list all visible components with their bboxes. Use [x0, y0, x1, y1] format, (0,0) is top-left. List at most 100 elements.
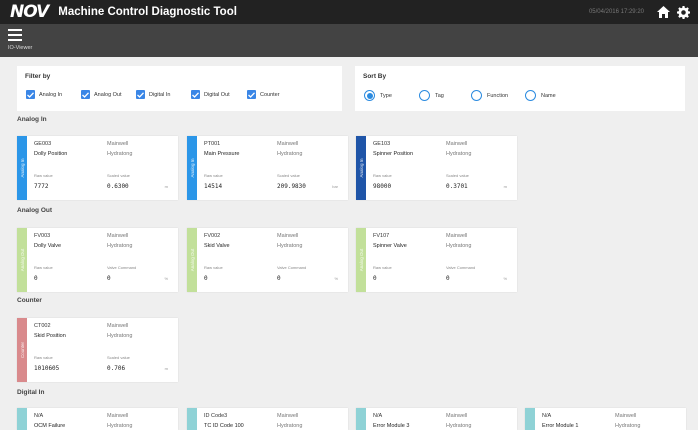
view-title: IO-Viewer [8, 45, 33, 51]
io-card[interactable]: N/A Mainwell OCM Failure Hydratong [17, 408, 178, 430]
raw-label: Raw value [34, 265, 53, 270]
scaled-label: Scaled value [107, 173, 130, 178]
raw-label: Raw value [34, 173, 53, 178]
type-stripe: Analog Out [356, 228, 366, 292]
type-label: Analog In [358, 158, 364, 178]
system: Hydratong [446, 151, 472, 157]
io-card[interactable]: Analog In PT001 Mainwell Main Pressure H… [187, 136, 348, 200]
io-card[interactable]: Analog Out FV107 Mainwell Spinner Valve … [356, 228, 517, 292]
tag: FV107 [373, 233, 390, 239]
system: Hydratong [107, 333, 133, 339]
scaled-value: 0.3701 [446, 183, 468, 190]
function: Spinner Position [373, 151, 414, 157]
checkbox-checked-icon[interactable] [247, 90, 256, 99]
location: Mainwell [107, 141, 129, 147]
filter-label: Digital Out [204, 91, 230, 98]
raw-label: Raw value [204, 265, 223, 270]
app-header: NOV Machine Control Diagnostic Tool 05/0… [0, 0, 698, 24]
raw-value: 98000 [373, 183, 392, 190]
type-label: Analog Out [19, 248, 25, 272]
filter-digital-out[interactable]: Digital Out [191, 90, 230, 99]
io-card[interactable]: N/A Mainwell Error Module 1 Hydratong [525, 408, 686, 430]
unit: % [334, 276, 338, 281]
type-stripe [187, 408, 197, 430]
filter-analog-in[interactable]: Analog In [26, 90, 62, 99]
type-stripe: Analog In [356, 136, 366, 200]
io-card[interactable]: Analog In GE103 Mainwell Spinner Positio… [356, 136, 517, 200]
checkbox-checked-icon[interactable] [81, 90, 90, 99]
radio-selected-icon[interactable] [364, 90, 375, 101]
raw-value: 1010605 [34, 365, 60, 372]
function: Error Module 3 [373, 423, 410, 429]
home-icon[interactable] [656, 5, 670, 19]
sort-title: Sort By [363, 73, 387, 80]
radio-icon[interactable] [419, 90, 430, 101]
filter-analog-out[interactable]: Analog Out [81, 90, 122, 99]
scaled-value: 209.9830 [277, 183, 306, 190]
io-card[interactable]: Analog Out FV002 Mainwell Skid Valve Hyd… [187, 228, 348, 292]
filter-digital-in[interactable]: Digital In [136, 90, 170, 99]
raw-label: Raw value [34, 355, 53, 360]
section-title-analog-out: Analog Out [17, 207, 53, 214]
io-card[interactable]: Counter CT002 Mainwell Skid Position Hyd… [17, 318, 178, 382]
radio-icon[interactable] [525, 90, 536, 101]
hamburger-menu-icon[interactable] [8, 29, 22, 41]
checkbox-checked-icon[interactable] [26, 90, 35, 99]
raw-value: 0 [373, 275, 377, 282]
sort-label: Type [380, 92, 392, 99]
filter-panel: Filter by Analog In Analog Out Digital I… [17, 66, 342, 111]
sort-label: Tag [435, 92, 444, 99]
system: Hydratong [277, 243, 303, 249]
valve-command-label: Valve Command [277, 265, 307, 270]
nov-logo: NOV [10, 2, 49, 22]
function: Dolly Position [34, 151, 68, 157]
type-label: Counter [19, 342, 25, 359]
filter-counter[interactable]: Counter [247, 90, 280, 99]
radio-icon[interactable] [471, 90, 482, 101]
tag: GE003 [34, 141, 52, 147]
location: Mainwell [615, 413, 637, 419]
io-card[interactable]: N/A Mainwell Error Module 3 Hydratong [356, 408, 517, 430]
gear-icon[interactable] [676, 5, 690, 19]
sort-label: Name [541, 92, 556, 99]
scaled-value: 0.6300 [107, 183, 129, 190]
type-stripe: Analog Out [187, 228, 197, 292]
scaled-label: Scaled value [107, 355, 130, 360]
sort-tag[interactable]: Tag [419, 90, 444, 101]
filter-label: Digital In [149, 91, 171, 98]
filter-label: Counter [260, 91, 280, 98]
function: Skid Valve [204, 243, 230, 249]
sort-function[interactable]: Function [471, 90, 508, 101]
sort-panel: Sort By Type Tag Function Name [355, 66, 685, 111]
type-stripe: Analog In [187, 136, 197, 200]
location: Mainwell [107, 413, 129, 419]
type-stripe: Counter [17, 318, 27, 382]
tag: GE103 [373, 141, 391, 147]
checkbox-checked-icon[interactable] [136, 90, 145, 99]
type-stripe: Analog In [17, 136, 27, 200]
checkbox-checked-icon[interactable] [191, 90, 200, 99]
raw-label: Raw value [373, 265, 392, 270]
function: Main Pressure [204, 151, 240, 157]
date-time: 05/04/2016 17:29:20 [588, 9, 644, 15]
filter-label: Analog Out [94, 91, 122, 98]
filter-title: Filter by [25, 73, 51, 80]
location: Mainwell [277, 413, 299, 419]
section-title-counter: Counter [17, 297, 42, 304]
system: Hydratong [277, 151, 303, 157]
sort-type[interactable]: Type [364, 90, 392, 101]
location: Mainwell [107, 323, 129, 329]
valve-command-label: Valve Command [107, 265, 137, 270]
raw-label: Raw value [204, 173, 223, 178]
io-card[interactable]: Analog In GE003 Mainwell Dolly Position … [17, 136, 178, 200]
scaled-label: Scaled value [277, 173, 300, 178]
raw-value: 0 [204, 275, 208, 282]
location: Mainwell [277, 141, 299, 147]
location: Mainwell [277, 233, 299, 239]
sort-name[interactable]: Name [525, 90, 556, 101]
type-stripe [356, 408, 366, 430]
tag: PT001 [204, 141, 221, 147]
io-card[interactable]: Analog Out FV003 Mainwell Dolly Valve Hy… [17, 228, 178, 292]
function: Error Module 1 [542, 423, 579, 429]
io-card[interactable]: ID Code3 Mainwell TC ID Code 100 Hydrato… [187, 408, 348, 430]
